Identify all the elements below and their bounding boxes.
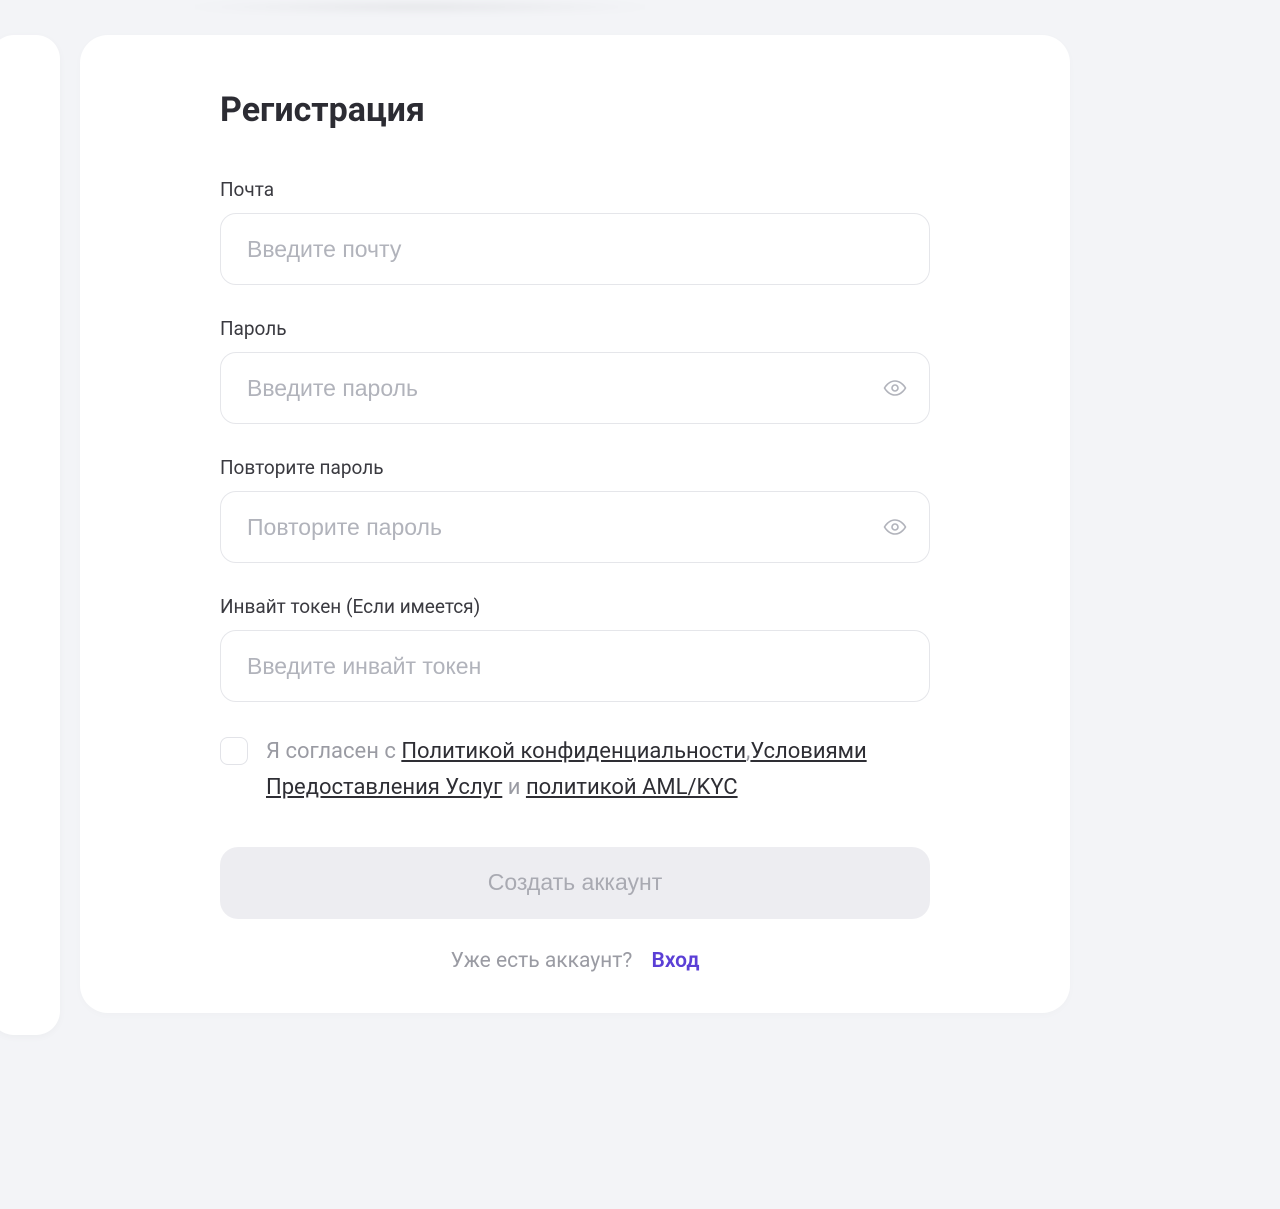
invite-field[interactable] [220,630,930,702]
password-label: Пароль [220,317,930,340]
create-account-button[interactable]: Создать аккаунт [220,847,930,919]
invite-input-wrap [220,630,930,702]
password-input-wrap [220,352,930,424]
login-link[interactable]: Вход [652,949,700,973]
consent-row: Я согласен с Политикой конфиденциальност… [220,734,930,807]
password-confirm-label: Повторите пароль [220,456,930,479]
eye-icon [883,376,907,400]
toggle-password-confirm-visibility[interactable] [882,514,908,540]
password-confirm-field[interactable] [220,491,930,563]
side-panel [0,35,60,1035]
consent-checkbox[interactable] [220,737,248,765]
password-group: Пароль [220,317,930,424]
password-field[interactable] [220,352,930,424]
email-group: Почта [220,178,930,285]
consent-sep2: и [502,775,526,800]
consent-prefix: Я согласен с [266,739,401,764]
footer-prompt: Уже есть аккаунт? [451,949,633,973]
email-field[interactable] [220,213,930,285]
consent-text: Я согласен с Политикой конфиденциальност… [266,734,930,807]
registration-card: Регистрация Почта Пароль Повторите парол… [80,35,1070,1013]
invite-group: Инвайт токен (Если имеется) [220,595,930,702]
eye-icon [883,515,907,539]
privacy-policy-link[interactable]: Политикой конфиденциальности [401,739,746,764]
password-confirm-group: Повторите пароль [220,456,930,563]
email-input-wrap [220,213,930,285]
header-shadow [170,2,670,12]
password-confirm-input-wrap [220,491,930,563]
email-label: Почта [220,178,930,201]
footer-row: Уже есть аккаунт? Вход [220,949,930,973]
invite-label: Инвайт токен (Если имеется) [220,595,930,618]
aml-kyc-link[interactable]: политикой AML/KYC [526,775,738,800]
toggle-password-visibility[interactable] [882,375,908,401]
page-title: Регистрация [220,90,930,130]
